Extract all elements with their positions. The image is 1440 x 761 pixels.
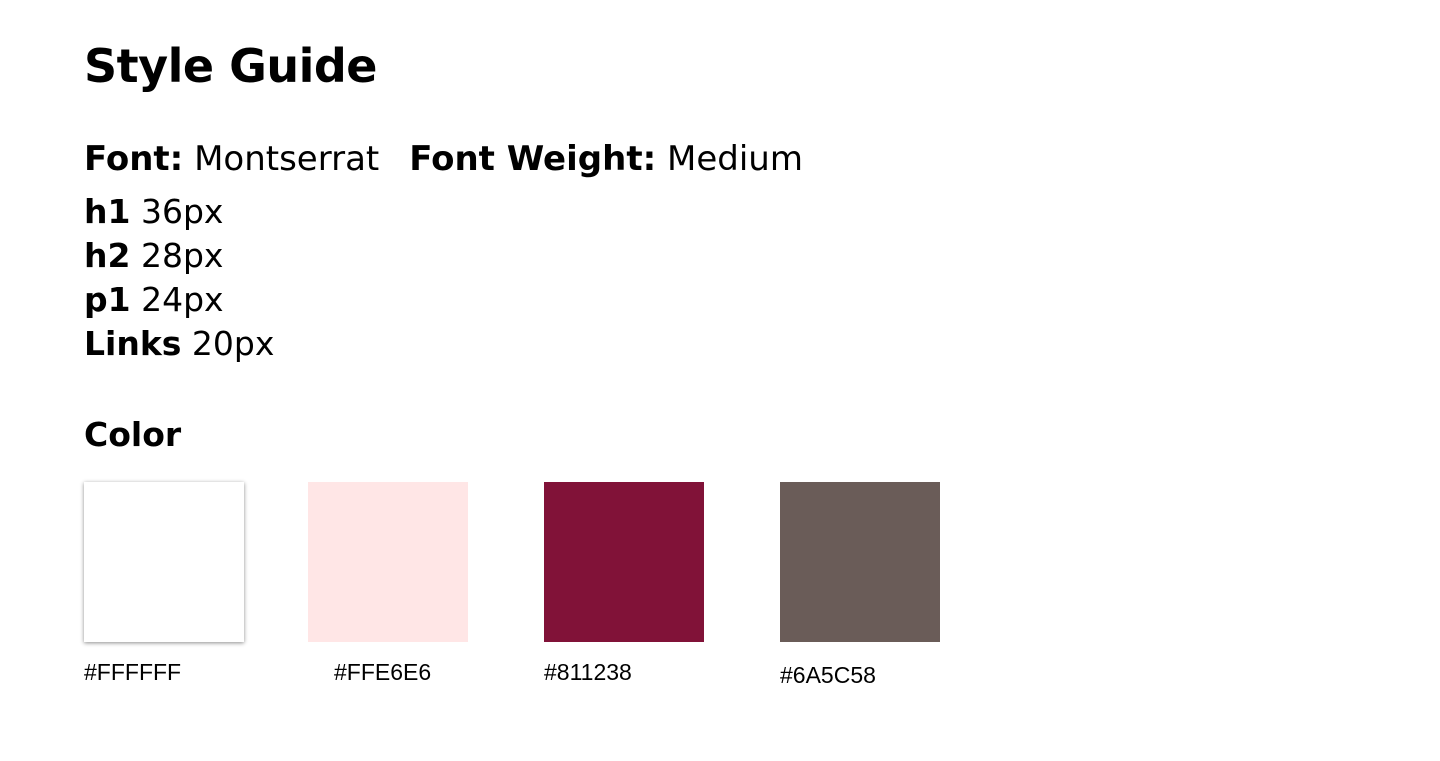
swatch-box <box>84 482 244 642</box>
font-weight-label: Font Weight: <box>409 139 657 179</box>
font-weight-value: Medium <box>666 139 803 179</box>
type-scale-h1: h1 36px <box>84 190 274 234</box>
size-label: Links <box>84 324 182 363</box>
swatch-hex-label: #FFFFFF <box>84 659 182 685</box>
size-label: h2 <box>84 236 131 275</box>
swatch-box <box>308 482 468 642</box>
type-scale-links: Links 20px <box>84 322 274 366</box>
font-weight-pair: Font Weight: Medium <box>409 138 803 180</box>
color-swatch-taupe <box>780 482 940 642</box>
font-family-pair: Font: Montserrat <box>84 138 379 180</box>
size-value: 28px <box>140 236 224 275</box>
type-scale-p1: p1 24px <box>84 278 274 322</box>
type-scale-list: h1 36px h2 28px p1 24px Links 20px <box>84 190 274 366</box>
color-swatch-white <box>84 482 244 642</box>
page-title: Style Guide <box>84 39 377 93</box>
font-value: Montserrat <box>194 139 380 179</box>
swatch-hex-label: #811238 <box>544 659 632 685</box>
font-info: Font: Montserrat Font Weight: Medium <box>84 138 803 180</box>
color-section-heading: Color <box>84 415 182 454</box>
color-swatch-pink <box>308 482 468 642</box>
size-value: 20px <box>191 324 275 363</box>
swatch-hex-label: #6A5C58 <box>780 662 876 688</box>
size-label: h1 <box>84 192 131 231</box>
swatch-box <box>544 482 704 642</box>
size-value: 36px <box>140 192 224 231</box>
swatch-box <box>780 482 940 642</box>
type-scale-h2: h2 28px <box>84 234 274 278</box>
color-swatch-burgundy <box>544 482 704 642</box>
size-value: 24px <box>141 280 224 319</box>
size-label: p1 <box>84 280 131 319</box>
font-label: Font: <box>84 139 184 179</box>
swatch-hex-label: #FFE6E6 <box>334 659 432 685</box>
